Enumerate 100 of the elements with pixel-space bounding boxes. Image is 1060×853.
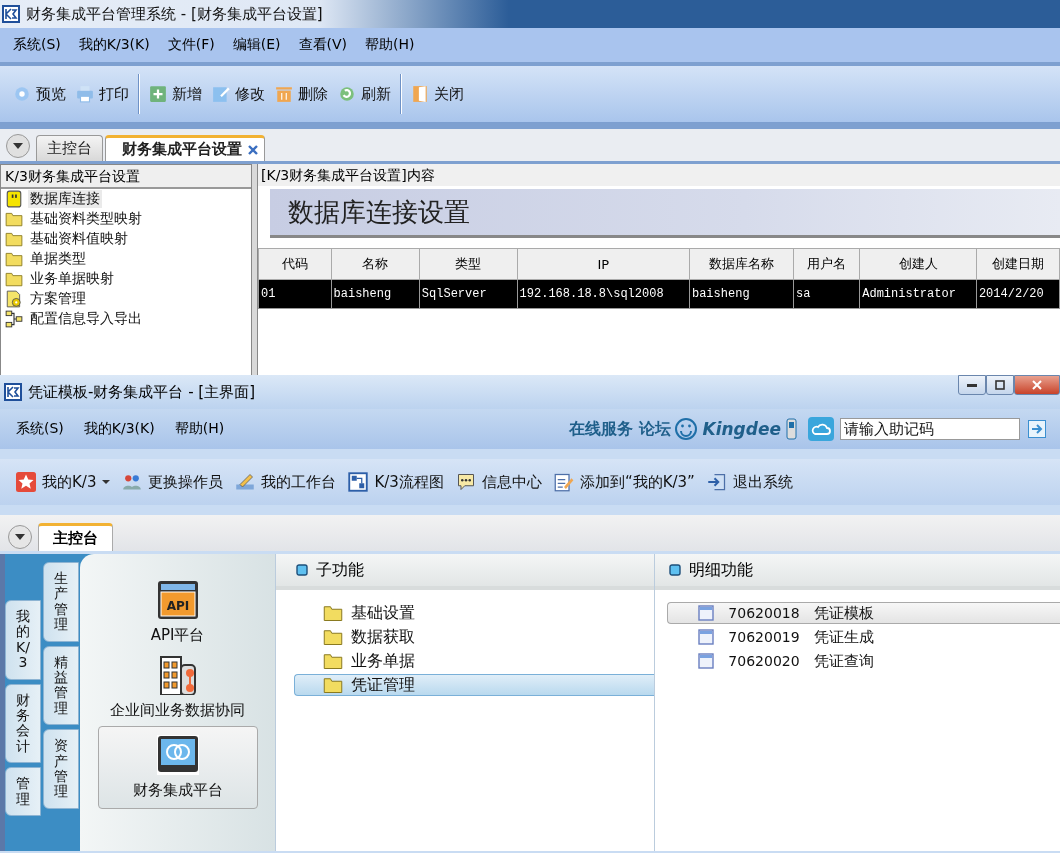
toolbar-button[interactable]: 打印	[71, 81, 134, 107]
trash-icon	[275, 85, 293, 103]
module-item[interactable]: 财务集成平台	[97, 726, 258, 809]
toolbar-button[interactable]: 退出系统	[700, 469, 799, 495]
users-icon	[122, 472, 143, 492]
toolbar-button[interactable]: 更换操作员	[116, 469, 230, 495]
menu-item[interactable]: 文件(F)	[158, 36, 224, 54]
service-link[interactable]: 论坛	[636, 418, 675, 440]
column-header: 创建日期	[976, 248, 1060, 280]
table-cell: Administrator	[859, 279, 977, 309]
toolbar-button[interactable]: 信息中心	[449, 469, 548, 495]
tree-item[interactable]: 方案管理	[1, 289, 251, 309]
app-logo-icon	[4, 383, 22, 401]
toolbar-button[interactable]: 刷新	[333, 81, 396, 107]
toolbar-button[interactable]: K/3流程图	[342, 469, 450, 495]
side-tab[interactable]: 生产管理	[43, 562, 79, 642]
table-cell: 192.168.18.8\sql2008	[517, 279, 690, 309]
toolbar-button[interactable]: 添加到“我的K/3”	[547, 469, 701, 495]
toolbar-button[interactable]: 删除	[270, 81, 333, 107]
table-row[interactable]: 01 baisheng SqlServer 192.168.18.8\sql2008 baisheng sa Administrator 2014/2/20	[258, 279, 1060, 309]
folder-icon	[5, 270, 23, 288]
dropdown-button[interactable]	[6, 134, 30, 158]
cloud-icon	[808, 417, 834, 441]
function-item[interactable]: 基础设置	[294, 602, 654, 624]
menu-item[interactable]: 编辑(E)	[223, 36, 290, 54]
menu-item[interactable]: 系统(S)	[6, 420, 74, 438]
column-header: IP	[517, 248, 690, 280]
plus-icon	[149, 85, 167, 103]
toolbar-button[interactable]: 我的工作台	[229, 469, 343, 495]
icon-label: API	[166, 599, 189, 613]
module-item[interactable]: API API平台	[97, 576, 258, 649]
tab[interactable]: 主控台	[36, 135, 103, 161]
tab[interactable]: 主控台	[38, 523, 113, 551]
document-gear-icon	[5, 290, 23, 308]
dropdown-button[interactable]	[8, 525, 32, 549]
column-header: 创建人	[859, 248, 977, 280]
caret-icon	[13, 143, 23, 149]
service-link[interactable]: 在线服务	[566, 418, 637, 440]
smiley-icon	[674, 417, 699, 441]
tree-item[interactable]: 业务单据映射	[1, 269, 251, 289]
menu-item[interactable]: 我的K/3(K)	[73, 420, 165, 438]
table-cell: sa	[793, 279, 860, 309]
side-tab[interactable]: 精益管理	[43, 645, 79, 726]
refresh-icon	[338, 85, 356, 103]
window-title: 凭证模板-财务集成平台 - [主界面]	[28, 382, 257, 402]
folder-icon	[323, 627, 343, 647]
door-icon	[411, 85, 429, 103]
side-tab[interactable]: 我的K/3	[5, 600, 41, 680]
flowchart-icon	[348, 472, 369, 492]
database-icon	[5, 190, 23, 208]
close-button[interactable]	[1014, 375, 1060, 395]
toolbar-button[interactable]: 修改	[207, 81, 270, 107]
minimize-icon	[967, 383, 977, 387]
detail-item[interactable]: 70620019 凭证生成	[667, 626, 1060, 648]
table-cell: SqlServer	[419, 279, 518, 309]
toolbar-button[interactable]: 关闭	[406, 81, 469, 107]
tree-item[interactable]: 数据库连接	[1, 189, 251, 209]
maximize-button[interactable]	[986, 375, 1014, 395]
column-header: 名称	[331, 248, 420, 280]
tree-icon	[5, 310, 23, 328]
menu-item[interactable]: 帮助(H)	[164, 420, 235, 438]
toolbar-button[interactable]: 新增	[144, 81, 207, 107]
function-item[interactable]: 数据获取	[294, 626, 654, 648]
table-cell: 01	[258, 279, 332, 309]
banner-title: 数据库连接设置	[270, 189, 1060, 238]
folder-icon	[5, 210, 23, 228]
chat-icon	[455, 472, 476, 492]
side-tab[interactable]: 财务会计	[5, 683, 41, 764]
folder-icon	[323, 651, 343, 671]
column-header: 用户名	[793, 248, 860, 280]
tree-item[interactable]: 基础资料类型映射	[1, 209, 251, 229]
detail-item[interactable]: 70620018 凭证模板	[667, 602, 1060, 624]
tree-item[interactable]: 基础资料值映射	[1, 229, 251, 249]
document-icon	[698, 629, 714, 645]
pencil-icon	[235, 472, 256, 492]
menu-item[interactable]: 查看(V)	[289, 36, 356, 54]
panel-header: 子功能	[316, 559, 364, 581]
tree-item[interactable]: 单据类型	[1, 249, 251, 269]
arrow-right-icon[interactable]	[1028, 420, 1046, 438]
toolbar-button[interactable]: 我的K/3	[10, 469, 117, 495]
column-header: 数据库名称	[689, 248, 794, 280]
menu-item[interactable]: 帮助(H)	[356, 36, 424, 54]
tab[interactable]: 财务集成平台设置	[105, 135, 265, 161]
menu-item[interactable]: 我的K/3(K)	[69, 36, 159, 54]
module-item[interactable]: 企业间业务数据协同	[97, 651, 258, 724]
side-tab[interactable]: 资产管理	[43, 729, 79, 809]
menu-item[interactable]: 系统(S)	[4, 36, 70, 54]
bullet-icon	[669, 564, 681, 576]
toolbar-button[interactable]: 预览	[8, 81, 71, 107]
column-header: 代码	[258, 248, 332, 280]
detail-item[interactable]: 70620020 凭证查询	[667, 650, 1060, 672]
circle-icon	[13, 85, 31, 103]
search-field[interactable]: 请输入助记码	[840, 418, 1020, 440]
minimize-button[interactable]	[958, 375, 986, 395]
tree-item[interactable]: 配置信息导入导出	[1, 309, 251, 329]
close-icon[interactable]	[248, 144, 258, 155]
side-tab[interactable]: 管理	[5, 767, 41, 816]
function-item[interactable]: 业务单据	[294, 650, 654, 672]
app-logo-icon	[2, 5, 20, 23]
function-item[interactable]: 凭证管理	[294, 674, 654, 696]
